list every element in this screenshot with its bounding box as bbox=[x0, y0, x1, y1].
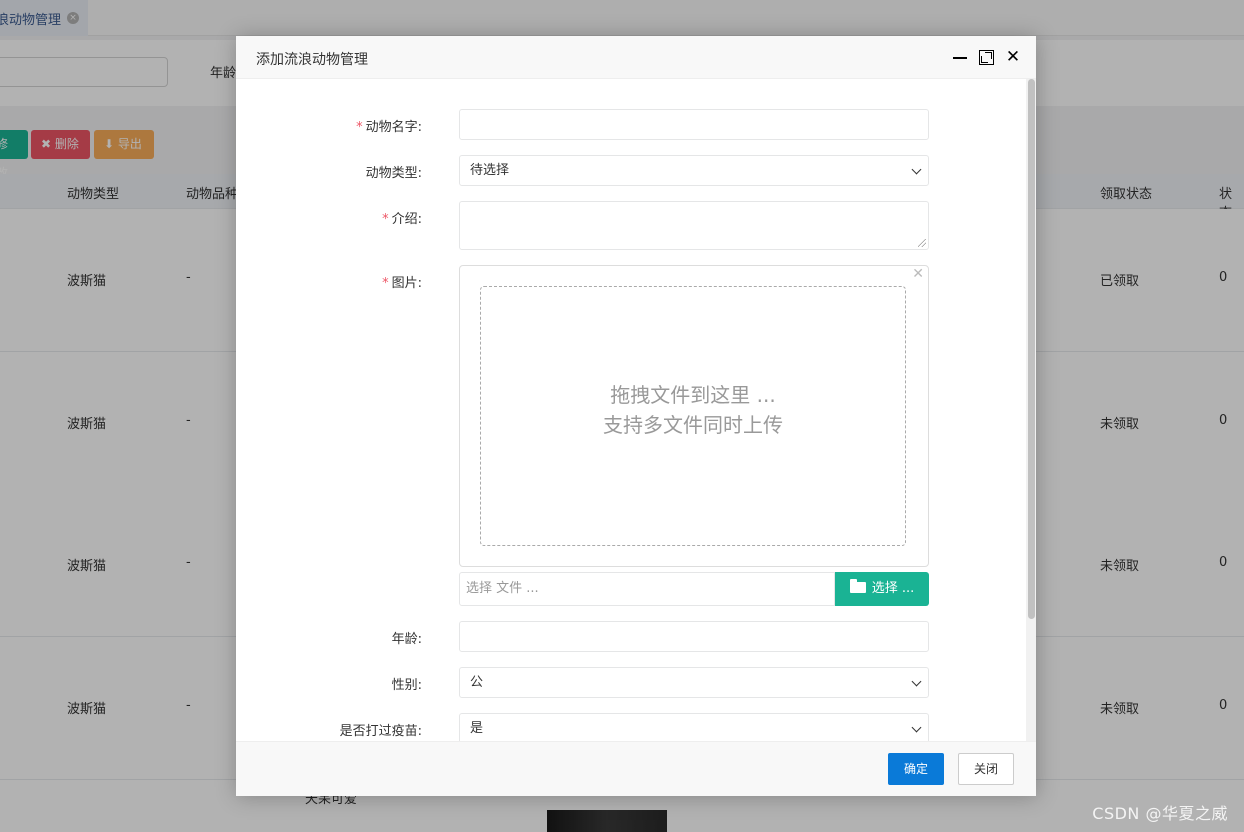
minimize-icon[interactable] bbox=[952, 49, 968, 65]
close-button[interactable]: 关闭 bbox=[958, 753, 1014, 785]
vaccine-label: 是否打过疫苗: bbox=[339, 724, 422, 739]
watermark: CSDN @华夏之威 bbox=[1092, 804, 1228, 823]
select-value: 待选择 bbox=[470, 163, 510, 178]
age-input[interactable] bbox=[459, 621, 929, 652]
dialog-footer: 确定 关闭 bbox=[236, 741, 1036, 796]
resize-grip-icon[interactable] bbox=[918, 239, 926, 247]
required-mark: * bbox=[382, 212, 389, 227]
animal-name-input[interactable] bbox=[459, 109, 929, 140]
vaccine-select[interactable]: 是 bbox=[459, 713, 929, 741]
age-label: 年龄: bbox=[391, 632, 422, 647]
image-label: * 图片: bbox=[236, 272, 422, 291]
add-animal-dialog: 添加流浪动物管理 ✕ * 动物名字: 动物类型: 待选择 * 介绍: * 图片: ✕ … bbox=[236, 36, 1036, 796]
drop-hint-line2: 支持多文件同时上传 bbox=[603, 413, 783, 437]
browse-files-button[interactable]: 选择 ... bbox=[835, 572, 929, 606]
intro-label: * 介绍: bbox=[236, 208, 422, 227]
close-icon[interactable]: ✕ bbox=[1005, 49, 1021, 66]
label-text: 动物名字: bbox=[365, 120, 422, 135]
dialog-header[interactable]: 添加流浪动物管理 ✕ bbox=[236, 36, 1036, 79]
required-mark: * bbox=[382, 276, 389, 291]
animal-type-select[interactable]: 待选择 bbox=[459, 155, 929, 186]
label-text: 图片: bbox=[391, 276, 422, 291]
confirm-button[interactable]: 确定 bbox=[888, 753, 944, 785]
dialog-body: * 动物名字: 动物类型: 待选择 * 介绍: * 图片: ✕ 拖拽文件到这里 ...… bbox=[236, 79, 1036, 741]
dialog-title: 添加流浪动物管理 bbox=[256, 52, 368, 68]
file-drop-zone[interactable]: 拖拽文件到这里 ... 支持多文件同时上传 bbox=[480, 286, 906, 546]
drop-hint-line1: 拖拽文件到这里 ... bbox=[610, 383, 776, 407]
scrollbar-thumb[interactable] bbox=[1028, 79, 1035, 619]
animal-type-label: 动物类型: bbox=[365, 166, 422, 181]
gender-select[interactable]: 公 bbox=[459, 667, 929, 698]
gender-label: 性别: bbox=[391, 678, 422, 693]
file-upload-preview: ✕ 拖拽文件到这里 ... 支持多文件同时上传 bbox=[459, 265, 929, 567]
animal-name-label: * 动物名字: bbox=[236, 116, 422, 135]
folder-open-icon bbox=[849, 579, 866, 593]
intro-textarea[interactable] bbox=[459, 201, 929, 250]
remove-icon[interactable]: ✕ bbox=[912, 266, 924, 282]
label-text: 介绍: bbox=[391, 212, 422, 227]
browse-label: 选择 ... bbox=[871, 581, 915, 596]
required-mark: * bbox=[356, 120, 363, 135]
select-value: 是 bbox=[470, 721, 484, 736]
file-caption-input[interactable]: 选择 文件 ... bbox=[459, 572, 835, 606]
select-value: 公 bbox=[470, 675, 484, 690]
maximize-icon[interactable] bbox=[979, 50, 994, 65]
